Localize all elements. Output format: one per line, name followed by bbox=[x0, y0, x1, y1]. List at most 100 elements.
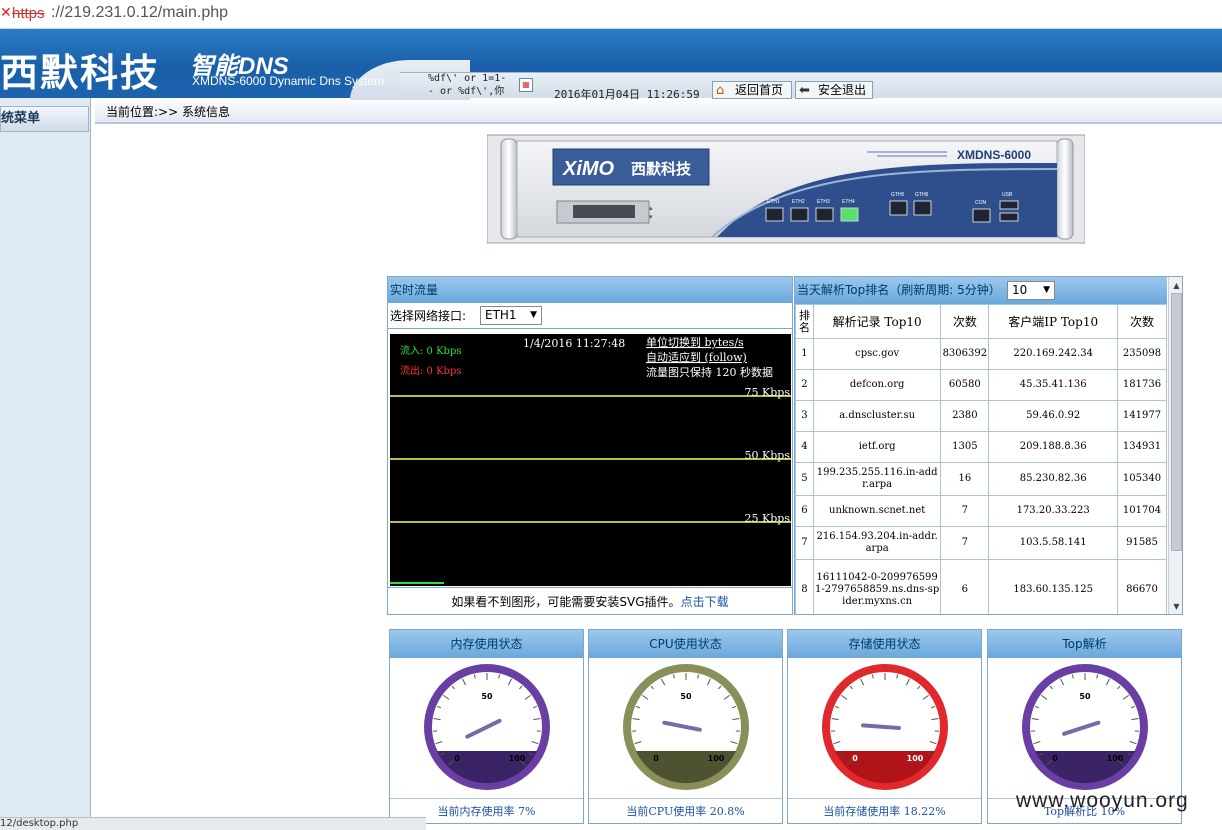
interface-value: ETH1 bbox=[485, 308, 517, 322]
col-ip-count: 次数 bbox=[1117, 304, 1167, 339]
home-icon: ⌂ bbox=[716, 83, 725, 98]
gauge-title: 内存使用状态 bbox=[390, 630, 583, 658]
url-host: ://219.231.0.12/main.php bbox=[51, 4, 229, 21]
rank-cell: 6 bbox=[795, 495, 814, 527]
port-label-gth6: GTH6 bbox=[915, 192, 929, 198]
interface-select[interactable]: ETH1 ▼ bbox=[480, 306, 542, 325]
scroll-down-icon[interactable]: ▼ bbox=[1171, 602, 1182, 611]
port-label-con: CON bbox=[975, 200, 987, 206]
gauge-dial: 0 50 100 bbox=[424, 664, 550, 790]
inbound-label: 流入: 0 Kbps bbox=[400, 344, 462, 357]
scroll-up-icon[interactable]: ▲ bbox=[1171, 281, 1182, 290]
graph-footer: 如果看不到图形，可能需要安装SVG插件。点击下载 bbox=[388, 587, 792, 615]
gridline-label-25: 25 Kbps bbox=[745, 512, 791, 525]
address-bar[interactable]: ✕ https ://219.231.0.12/main.php bbox=[0, 0, 1222, 29]
home-label: 返回首页 bbox=[735, 83, 784, 97]
status-bar: 12/desktop.php bbox=[0, 817, 426, 830]
gauge-scale-label: 50 bbox=[481, 692, 493, 701]
port-label-eth4: ETH4 bbox=[842, 199, 855, 205]
calendar-icon[interactable]: ▦ bbox=[519, 78, 533, 92]
sidebar-title[interactable]: 系统菜单 bbox=[0, 106, 89, 132]
client-ip-cell: 220.169.242.34 bbox=[988, 338, 1119, 370]
ip-count-cell: 181736 bbox=[1117, 369, 1167, 401]
ip-count-cell: 91585 bbox=[1117, 526, 1167, 560]
traffic-graph: 流入: 0 Kbps 流出: 0 Kbps 1/4/2016 11:27:48 … bbox=[390, 334, 791, 586]
top-ranking-header: 当天解析Top排名（刷新周期: 5分钟） 10 ▼ bbox=[795, 277, 1167, 304]
count-cell: 1305 bbox=[940, 431, 990, 463]
col-record: 解析记录 Top10 bbox=[812, 304, 942, 339]
download-link[interactable]: 点击下载 bbox=[681, 595, 729, 609]
outbound-label: 流出: 0 Kbps bbox=[400, 364, 462, 377]
port-label-gth5: GTH5 bbox=[891, 192, 905, 198]
graph-timestamp: 1/4/2016 11:27:48 bbox=[523, 337, 625, 350]
rank-cell: 4 bbox=[795, 431, 814, 463]
chevron-down-icon: ▼ bbox=[1043, 285, 1050, 295]
gauge-needle bbox=[861, 723, 901, 731]
interface-label: 选择网络接口: bbox=[390, 309, 467, 323]
svg-text:▴: ▴ bbox=[649, 204, 653, 212]
top-count-value: 10 bbox=[1012, 283, 1028, 297]
gauge-panel: 内存使用状态 当前内存使用率 7% 0 50 100 bbox=[389, 629, 584, 824]
gauge-panel: 存储使用状态 当前存储使用率 18.22% 0 50 100 bbox=[787, 629, 982, 824]
record-cell: ietf.org bbox=[812, 431, 942, 463]
gauge-scale-label: 100 bbox=[907, 754, 924, 763]
count-cell: 60580 bbox=[940, 369, 990, 401]
rank-cell: 8 bbox=[795, 559, 814, 614]
gauge-scale-label: 0 bbox=[454, 754, 460, 763]
top-ranking-table: 排名 解析记录 Top10 次数 客户端IP Top10 次数 1 cpsc.go… bbox=[795, 304, 1167, 614]
logo-text: 西默科技 bbox=[0, 50, 161, 95]
port-label-eth1: ETH1 bbox=[767, 199, 780, 205]
sidebar: 系统菜单 bbox=[0, 98, 91, 830]
gridline-label-75: 75 Kbps bbox=[745, 386, 791, 399]
gauge-scale-label: 50 bbox=[879, 692, 891, 701]
client-ip-cell: 209.188.8.36 bbox=[988, 431, 1119, 463]
chevron-down-icon: ▼ bbox=[530, 310, 537, 320]
logout-label: 安全退出 bbox=[818, 83, 867, 97]
table-scrollbar[interactable]: ▲ ▼ bbox=[1168, 277, 1182, 614]
retention-text: 流量图只保持 120 秒数据 bbox=[646, 365, 773, 379]
unit-switch-link[interactable]: 单位切换到 bytes/s bbox=[646, 335, 744, 349]
top-count-select[interactable]: 10 ▼ bbox=[1007, 281, 1055, 300]
interface-row: 选择网络接口: ETH1 ▼ bbox=[388, 303, 792, 329]
scroll-thumb[interactable] bbox=[1171, 293, 1182, 551]
logout-button[interactable]: ⬅ 安全退出 bbox=[795, 81, 873, 99]
table-row: 6 unknown.scnet.net 7 173.20.33.223 101704 bbox=[795, 495, 1167, 527]
app-window: ✕ https ://219.231.0.12/main.php 西默科技 智能… bbox=[0, 0, 1222, 830]
gauge-dial: 0 50 100 bbox=[1022, 664, 1148, 790]
port-label-usb: USB bbox=[1002, 192, 1013, 198]
home-button[interactable]: ⌂ 返回首页 bbox=[712, 81, 792, 99]
svg-text:▾: ▾ bbox=[649, 213, 653, 221]
port-label-eth2: ETH2 bbox=[792, 199, 805, 205]
ip-count-cell: 101704 bbox=[1117, 495, 1167, 527]
device-brand-cn: 西默科技 bbox=[631, 160, 692, 178]
auto-adapt-link[interactable]: 自动适应到 (follow) bbox=[646, 350, 747, 364]
count-cell: 7 bbox=[940, 526, 990, 560]
record-cell: cpsc.gov bbox=[812, 338, 942, 370]
count-cell: 7 bbox=[940, 495, 990, 527]
ip-count-cell: 105340 bbox=[1117, 462, 1167, 496]
record-cell: defcon.org bbox=[812, 369, 942, 401]
url-scheme: https bbox=[12, 5, 45, 22]
record-cell: unknown.scnet.net bbox=[812, 495, 942, 527]
breadcrumb: 当前位置:>> 系统信息 bbox=[95, 100, 1222, 124]
gauge-footer: 当前CPU使用率 20.8% bbox=[589, 798, 782, 824]
rank-cell: 3 bbox=[795, 400, 814, 432]
rank-cell: 2 bbox=[795, 369, 814, 401]
gauge-title: CPU使用状态 bbox=[589, 630, 782, 658]
gauge-dial: 0 50 100 bbox=[623, 664, 749, 790]
client-ip-cell: 59.46.0.92 bbox=[988, 400, 1119, 432]
device-model: XMDNS-6000 bbox=[957, 148, 1031, 162]
table-row: 1 cpsc.gov 8306392 220.169.242.34 235098 bbox=[795, 338, 1167, 370]
count-cell: 8306392 bbox=[940, 338, 990, 370]
top-ranking-panel: 当天解析Top排名（刷新周期: 5分钟） 10 ▼ 排名 解析记录 Top10 … bbox=[794, 276, 1183, 615]
svg-hint: 如果看不到图形，可能需要安装SVG插件。 bbox=[451, 595, 681, 609]
record-cell: 216.154.93.204.in-addr.arpa bbox=[812, 526, 942, 560]
watermark: www.wooyun.org bbox=[1016, 789, 1189, 812]
client-ip-cell: 183.60.135.125 bbox=[988, 559, 1119, 614]
table-header-row: 排名 解析记录 Top10 次数 客户端IP Top10 次数 bbox=[795, 304, 1167, 339]
ip-count-cell: 235098 bbox=[1117, 338, 1167, 370]
back-arrow-icon: ⬅ bbox=[799, 83, 810, 98]
traffic-panel: 实时流量 选择网络接口: ETH1 ▼ 流入: 0 Kbps 流出: 0 Kbp… bbox=[387, 276, 793, 615]
table-row: 8 16111042-0-2099765991-2797658859.ns.dns… bbox=[795, 559, 1167, 614]
gridline-label-50: 50 Kbps bbox=[745, 449, 791, 462]
